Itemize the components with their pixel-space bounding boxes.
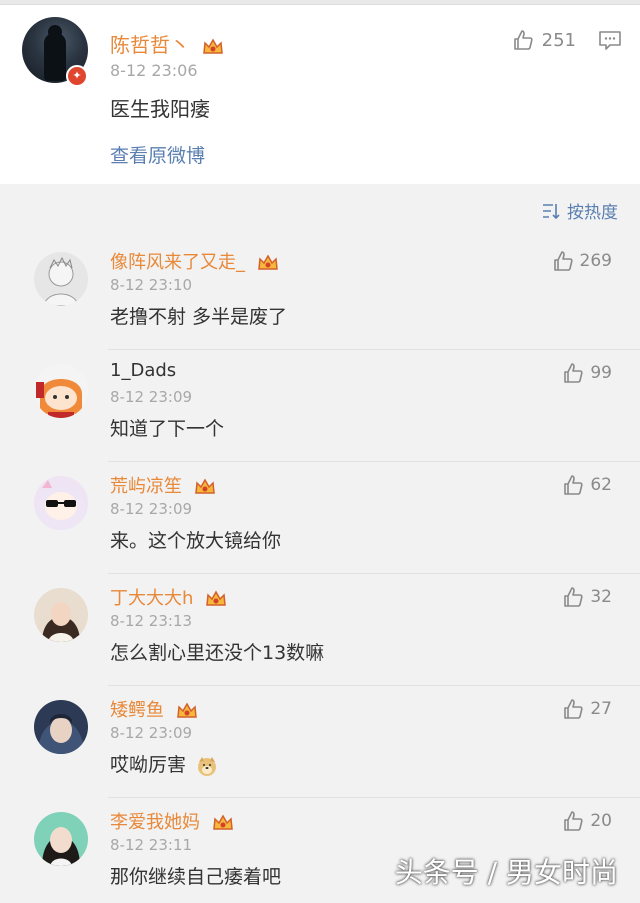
- commenter-name[interactable]: 荒屿凉笙: [110, 472, 216, 498]
- commenter-name-text[interactable]: 1_Dads: [110, 360, 176, 381]
- commenter-avatar[interactable]: [34, 588, 88, 642]
- view-original-link[interactable]: 查看原微博: [110, 141, 205, 168]
- commenter-name-text[interactable]: 像阵风来了又走_: [110, 252, 245, 273]
- vip-crown-icon: [212, 814, 233, 830]
- commenter-avatar[interactable]: [34, 252, 88, 306]
- comment-item: 矮鳄鱼 8-12 23:09 哎呦厉害 27: [0, 686, 640, 798]
- sort-by-hot-button[interactable]: 按热度: [541, 198, 618, 223]
- photo-avatar-icon: [42, 602, 80, 642]
- commenter-name[interactable]: 1_Dads: [110, 360, 176, 381]
- comment-text: 老撸不射 多半是废了: [110, 306, 288, 328]
- sort-icon: [543, 203, 560, 219]
- comment-like-count: 269: [579, 251, 612, 271]
- comment-icon: [599, 31, 621, 50]
- watermark: 头条号 / 男女时尚: [394, 856, 618, 889]
- vip-crown-icon: [176, 702, 197, 718]
- commenter-name-text[interactable]: 李爱我她妈: [110, 812, 200, 833]
- sketch-avatar-icon: [43, 256, 79, 306]
- commenter-avatar[interactable]: [34, 476, 88, 530]
- comment-text: 那你继续自己痿着吧: [110, 866, 282, 888]
- comment-like-button[interactable]: 27: [562, 698, 612, 720]
- comment-like-count: 32: [590, 587, 612, 607]
- commenter-name-text[interactable]: 荒屿凉笙: [110, 476, 182, 497]
- comment-item: 丁大大大h 8-12 23:13 怎么割心里还没个13数嘛 32: [0, 574, 640, 686]
- comment-text: 知道了下一个: [110, 418, 225, 440]
- post-text: 医生我阳痿: [110, 97, 210, 121]
- thumbs-up-icon: [564, 475, 583, 495]
- comment-time: 8-12 23:13: [110, 612, 193, 630]
- comment-text: 哎呦厉害: [110, 750, 218, 777]
- comment-item: 像阵风来了又走_ 8-12 23:10 老撸不射 多半是废了 269: [0, 238, 640, 350]
- post-like-button[interactable]: 251: [512, 29, 576, 51]
- comment-like-count: 27: [590, 699, 612, 719]
- girl-photo-avatar-icon: [42, 827, 80, 866]
- vip-crown-icon: [257, 254, 278, 270]
- comment-time: 8-12 23:10: [110, 276, 193, 294]
- comment-item: 1_Dads 8-12 23:09 知道了下一个 99: [0, 350, 640, 462]
- vip-crown-icon: [203, 37, 224, 54]
- commenter-name[interactable]: 矮鳄鱼: [110, 696, 198, 722]
- thumbs-up-icon: [564, 811, 583, 831]
- sunglasses-avatar-icon: [38, 480, 84, 530]
- comment-text: 来。这个放大镜给你: [110, 530, 282, 552]
- comment-time: 8-12 23:09: [110, 500, 193, 518]
- commenter-name[interactable]: 像阵风来了又走_: [110, 248, 279, 274]
- thumbs-up-icon: [564, 587, 583, 607]
- comment-text: 怎么割心里还没个13数嘛: [110, 642, 325, 664]
- anime-girl-avatar-icon: [36, 379, 82, 418]
- thumbs-up-icon: [564, 699, 583, 719]
- commenter-avatar[interactable]: [34, 700, 88, 754]
- hooded-avatar-icon: [38, 714, 84, 754]
- comment-like-button[interactable]: 269: [552, 250, 612, 272]
- vip-crown-icon: [194, 478, 215, 494]
- vip-crown-icon: [206, 590, 226, 606]
- commenter-name[interactable]: 李爱我她妈: [110, 808, 234, 834]
- comment-like-button[interactable]: 62: [562, 474, 612, 496]
- commenter-name-text[interactable]: 矮鳄鱼: [110, 700, 164, 721]
- comment-like-button[interactable]: 20: [562, 810, 612, 832]
- commenter-avatar[interactable]: [34, 364, 88, 418]
- comment-time: 8-12 23:09: [110, 388, 193, 406]
- comment-time: 8-12 23:09: [110, 724, 193, 742]
- post-like-count: 251: [541, 29, 576, 51]
- sort-label: 按热度: [567, 203, 618, 223]
- verified-badge-icon: ✦: [66, 65, 88, 87]
- post-time: 8-12 23:06: [110, 61, 198, 80]
- post-author-name[interactable]: 陈哲哲丶: [110, 29, 224, 58]
- thumbs-up-icon: [553, 251, 573, 271]
- comment-time: 8-12 23:11: [110, 836, 193, 854]
- post-author-text[interactable]: 陈哲哲丶: [110, 33, 190, 57]
- comment-like-count: 20: [590, 811, 612, 831]
- thumbs-up-icon: [513, 30, 533, 50]
- commenter-name[interactable]: 丁大大大h: [110, 584, 227, 610]
- original-post: ✦ 陈哲哲丶 8-12 23:06 医生我阳痿 查看原微博 251: [0, 5, 640, 184]
- comment-like-button[interactable]: 99: [562, 362, 612, 384]
- comment-item: 荒屿凉笙 8-12 23:09 来。这个放大镜给你 62: [0, 462, 640, 574]
- comment-like-count: 99: [590, 363, 612, 383]
- commenter-name-text[interactable]: 丁大大大h: [110, 588, 193, 609]
- commenter-avatar[interactable]: [34, 812, 88, 866]
- doge-emoji-icon: [198, 756, 217, 776]
- comment-button[interactable]: [598, 29, 622, 55]
- comment-like-button[interactable]: 32: [562, 586, 612, 608]
- comment-text-content: 哎呦厉害: [110, 754, 187, 776]
- thumbs-up-icon: [564, 363, 583, 383]
- comment-like-count: 62: [590, 475, 612, 495]
